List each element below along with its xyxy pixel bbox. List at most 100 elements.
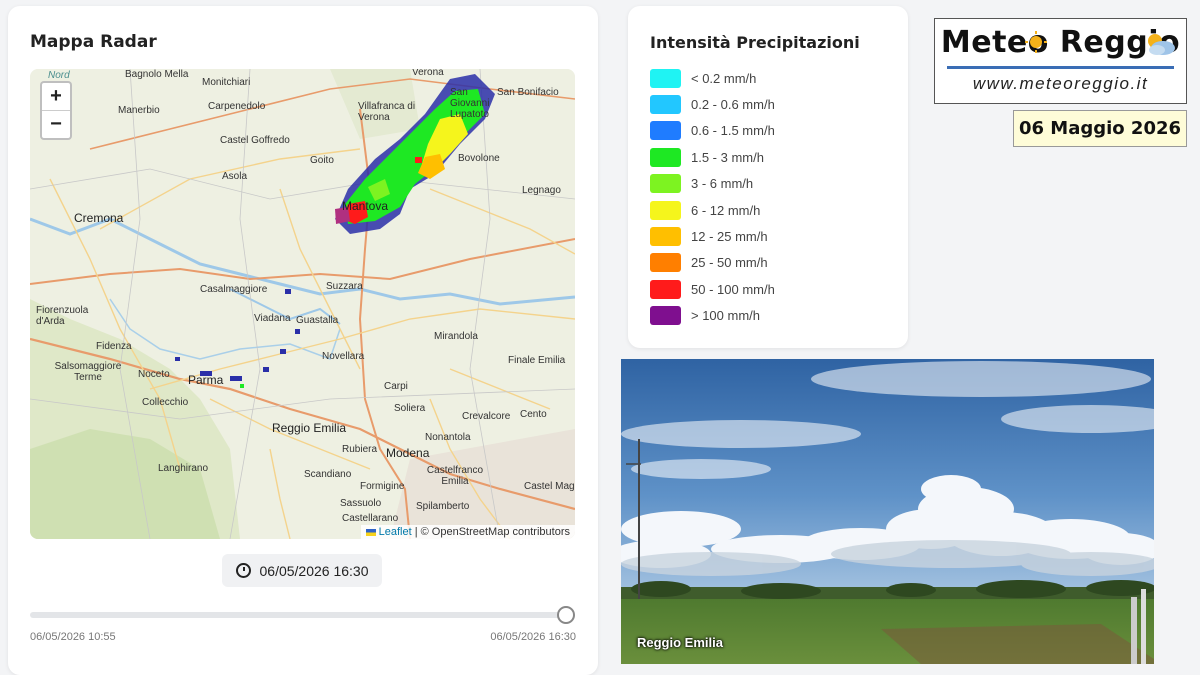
logo-url: www.meteoreggio.it (972, 74, 1149, 93)
map-label: Crevalcore (462, 411, 511, 422)
time-slider-thumb[interactable] (557, 606, 575, 624)
legend-item: > 100 mm/h (650, 306, 760, 326)
map-label: Carpenedolo (208, 101, 266, 112)
map-label: Goito (310, 155, 334, 166)
legend-label: 0.6 - 1.5 mm/h (691, 123, 775, 139)
legend-swatch (650, 94, 681, 114)
map-label: Scandiano (304, 469, 352, 480)
current-time-badge: 06/05/2026 16:30 (222, 554, 382, 587)
map-label: Mirandola (434, 331, 478, 342)
map-label: Spilamberto (416, 501, 470, 512)
map-label: Finale Emilia (508, 355, 566, 366)
legend-swatch (650, 306, 681, 326)
legend-item: < 0.2 mm/h (650, 68, 756, 88)
legend-label: 50 - 100 mm/h (691, 281, 775, 297)
map-label: Nonantola (425, 432, 471, 443)
legend-item: 25 - 50 mm/h (650, 253, 768, 273)
legend-swatch (650, 279, 681, 299)
legend-card: Intensità Precipitazioni < 0.2 mm/h 0.2 -… (628, 6, 908, 348)
map-label: Carpi (384, 381, 408, 392)
radar-map[interactable]: Nord Bagnolo Mella Monitchiari Verona Sa… (30, 69, 575, 539)
map-label: Guastalla (296, 315, 339, 326)
map-label: Cento (520, 409, 547, 420)
legend-swatch (650, 68, 681, 88)
legend-swatch (650, 121, 681, 141)
legend-item: 6 - 12 mm/h (650, 200, 760, 220)
map-label: Rubiera (342, 444, 378, 455)
legend-label: 6 - 12 mm/h (691, 202, 761, 218)
legend-label: < 0.2 mm/h (691, 70, 757, 86)
date-label: 06 Maggio 2026 (1013, 110, 1187, 147)
zoom-out-button[interactable]: − (42, 111, 70, 138)
legend-item: 1.5 - 3 mm/h (650, 147, 764, 167)
osm-attribution: | © OpenStreetMap contributors (411, 526, 570, 538)
map-label: Manerbio (118, 105, 160, 116)
map-label: Salsomaggiore Terme (54, 361, 122, 383)
map-label: Nord (48, 70, 70, 81)
map-label: Formigine (360, 481, 405, 492)
map-label: Noceto (138, 369, 170, 380)
legend-title: Intensità Precipitazioni (650, 33, 860, 52)
map-label: San Bonifacio (497, 87, 559, 98)
slider-end-label: 06/05/2026 16:30 (490, 631, 576, 643)
map-label: Langhirano (158, 463, 209, 474)
sun-icon (1025, 31, 1047, 53)
ukraine-flag-icon (365, 528, 376, 536)
legend-item: 12 - 25 mm/h (650, 226, 768, 246)
legend-item: 0.2 - 0.6 mm/h (650, 94, 775, 114)
map-label: Bovolone (458, 153, 500, 164)
map-label: Sassuolo (340, 498, 382, 509)
photo-caption: Reggio Emilia (637, 635, 723, 650)
legend-label: 0.2 - 0.6 mm/h (691, 96, 775, 112)
map-label: Verona (412, 69, 444, 78)
legend-swatch (650, 200, 681, 220)
map-label: Bagnolo Mella (125, 69, 189, 80)
legend-label: 12 - 25 mm/h (691, 228, 768, 244)
logo-divider (947, 66, 1174, 69)
leaflet-link[interactable]: Leaflet (379, 526, 412, 538)
map-label: Parma (188, 373, 224, 387)
map-label: Castelfranco Emilia (426, 465, 484, 487)
legend-swatch (650, 226, 681, 246)
legend-swatch (650, 147, 681, 167)
map-label: Castel Goffredo (220, 135, 290, 146)
map-label: Villafranca di Verona (358, 101, 416, 123)
map-label: Mantova (342, 199, 389, 213)
cumulonimbus-photo (621, 359, 1154, 664)
zoom-in-button[interactable]: + (42, 83, 70, 111)
map-label: Casalmaggiore (200, 284, 268, 295)
time-slider-track[interactable] (30, 612, 575, 618)
map-label: Collecchio (142, 397, 189, 408)
map-attribution: Leaflet | © OpenStreetMap contributors (360, 525, 575, 539)
map-label: San Giovanni Lupatoto (450, 87, 490, 120)
zoom-control: + − (40, 81, 72, 140)
map-label: Reggio Emilia (272, 421, 347, 435)
map-label: Novellara (322, 351, 365, 362)
map-label: Soliera (394, 403, 426, 414)
map-label: Modena (386, 446, 430, 460)
legend-label: 25 - 50 mm/h (691, 255, 768, 271)
map-label: Castel Maggiore (524, 481, 575, 492)
legend-item: 0.6 - 1.5 mm/h (650, 121, 775, 141)
clock-icon (235, 563, 251, 578)
radar-title: Mappa Radar (30, 32, 157, 52)
legend-label: 3 - 6 mm/h (691, 176, 754, 192)
legend-label: > 100 mm/h (691, 308, 761, 324)
legend-swatch (650, 174, 681, 194)
sun-cloud-icon (1148, 34, 1175, 55)
slider-start-label: 06/05/2026 10:55 (30, 631, 116, 643)
current-time-label: 06/05/2026 16:30 (259, 562, 369, 579)
map-label: Fidenza (96, 341, 132, 352)
map-label: Fiorenzuola d'Arda (36, 305, 89, 327)
legend-item: 50 - 100 mm/h (650, 279, 775, 299)
map-label: Monitchiari (202, 77, 251, 88)
sky-photo: Reggio Emilia (621, 359, 1154, 664)
map-label: Castellarano (342, 513, 399, 524)
legend-label: 1.5 - 3 mm/h (691, 149, 764, 165)
map-label: Legnago (522, 185, 561, 196)
legend-swatch (650, 253, 681, 273)
legend-item: 3 - 6 mm/h (650, 174, 753, 194)
map-label: Suzzara (326, 281, 363, 292)
map-base (30, 69, 575, 539)
map-label: Asola (222, 171, 248, 182)
